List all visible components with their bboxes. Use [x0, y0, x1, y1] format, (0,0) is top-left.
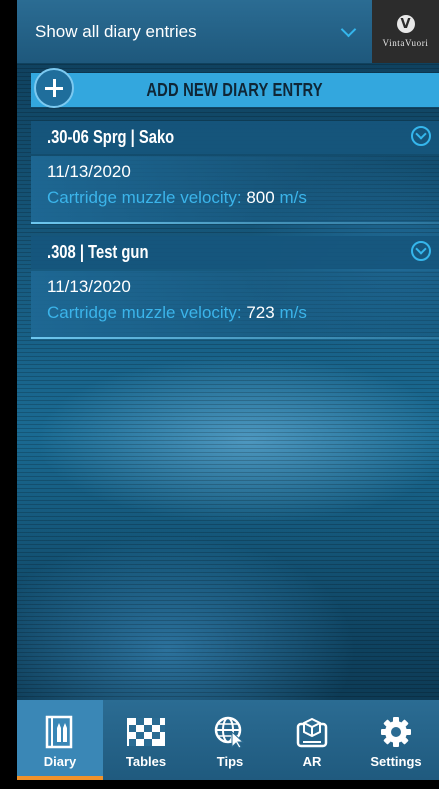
- entry-title: .308 | Test gun: [47, 242, 149, 262]
- app-screen: Show all diary entries V VintaVuori ADD …: [17, 0, 439, 789]
- bottom-nav: Diary Tables Tips AR Settings: [17, 700, 439, 789]
- nav-tips[interactable]: Tips: [189, 700, 271, 780]
- entry-divider: [31, 222, 439, 224]
- expand-chevron-icon[interactable]: [411, 126, 431, 146]
- brand-name: VintaVuori: [382, 38, 429, 48]
- entry-header: .308 | Test gun: [31, 236, 439, 269]
- diary-entry-card[interactable]: .308 | Test gun 11/13/2020 Cartridge muz…: [31, 236, 439, 346]
- velocity-unit: m/s: [279, 303, 307, 322]
- entry-body: 11/13/2020 Cartridge muzzle velocity: 72…: [31, 271, 439, 337]
- settings-icon: [381, 717, 411, 747]
- diary-icon: [45, 715, 73, 749]
- entry-velocity: Cartridge muzzle velocity: 723 m/s: [47, 303, 307, 323]
- top-bar: Show all diary entries V VintaVuori: [17, 0, 439, 63]
- nav-label-diary: Diary: [43, 754, 77, 769]
- nav-label-tips: Tips: [216, 754, 244, 769]
- entry-divider: [31, 337, 439, 339]
- velocity-unit: m/s: [279, 188, 307, 207]
- nav-settings[interactable]: Settings: [353, 700, 439, 780]
- entry-velocity: Cartridge muzzle velocity: 800 m/s: [47, 188, 307, 208]
- nav-label-settings: Settings: [370, 754, 422, 769]
- entry-date: 11/13/2020: [47, 162, 131, 181]
- plus-circle-icon[interactable]: [34, 68, 74, 108]
- system-bottom-strip: [17, 780, 439, 789]
- nav-label-ar: AR: [302, 754, 322, 769]
- add-entry-label: ADD NEW DIARY ENTRY: [146, 79, 324, 100]
- chevron-down-icon: [340, 21, 357, 38]
- expand-chevron-icon[interactable]: [411, 241, 431, 261]
- diary-entry-card[interactable]: .30-06 Sprg | Sako 11/13/2020 Cartridge …: [31, 121, 439, 231]
- nav-label-tables: Tables: [125, 754, 167, 769]
- entry-date: 11/13/2020: [47, 277, 131, 296]
- tips-icon: [214, 716, 245, 749]
- brand-logo: V VintaVuori: [372, 0, 439, 63]
- entry-header: .30-06 Sprg | Sako: [31, 121, 439, 154]
- nav-ar[interactable]: AR: [271, 700, 353, 780]
- velocity-label: Cartridge muzzle velocity:: [47, 303, 247, 322]
- add-new-diary-entry-button[interactable]: ADD NEW DIARY ENTRY: [31, 73, 439, 107]
- entry-body: 11/13/2020 Cartridge muzzle velocity: 80…: [31, 156, 439, 222]
- nav-tables[interactable]: Tables: [103, 700, 189, 780]
- vintavuori-logo-icon: V: [396, 15, 415, 33]
- filter-label: Show all diary entries: [35, 21, 197, 41]
- entry-title: .30-06 Sprg | Sako: [47, 127, 175, 147]
- velocity-value: 800: [246, 188, 275, 207]
- ar-icon: [296, 717, 328, 748]
- velocity-value: 723: [246, 303, 275, 322]
- tables-icon: [127, 718, 165, 746]
- velocity-label: Cartridge muzzle velocity:: [47, 188, 247, 207]
- diary-filter-dropdown[interactable]: Show all diary entries: [17, 0, 370, 63]
- nav-diary[interactable]: Diary: [17, 700, 103, 780]
